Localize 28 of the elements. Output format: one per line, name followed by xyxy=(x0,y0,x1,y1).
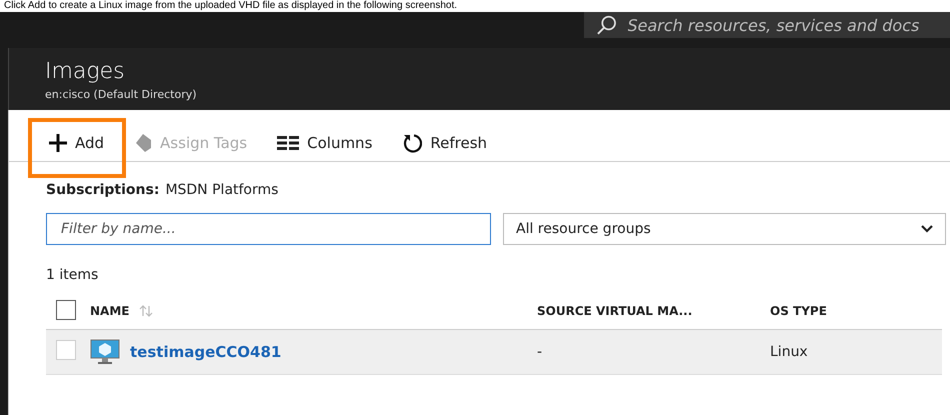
refresh-button[interactable]: Refresh xyxy=(398,128,492,156)
monitor-icon xyxy=(90,339,120,365)
checkbox[interactable] xyxy=(56,300,76,320)
plus-icon xyxy=(49,134,67,152)
column-header[interactable]: SOURCE VIRTUAL MA... xyxy=(537,304,692,318)
add-button[interactable]: Add xyxy=(45,130,108,156)
column-header[interactable]: OS TYPE xyxy=(770,304,827,318)
caption-text: Click Add to create a Linux image from the uploaded VHD file as displayed in the following screenshot. xyxy=(3,0,458,12)
resource-group-dropdown[interactable]: All resource groups xyxy=(503,213,946,245)
image-name-link[interactable]: testimageCCO481 xyxy=(130,343,282,361)
tag-icon xyxy=(134,134,152,152)
item-count: 1 items xyxy=(45,266,98,283)
filter-field[interactable]: Filter by name... xyxy=(46,213,491,245)
table-cell-text: - xyxy=(537,344,544,360)
table-cell-text: Linux xyxy=(770,344,809,360)
columns-icon xyxy=(277,136,300,150)
sort-icon[interactable] xyxy=(139,305,154,317)
chevron-down-icon xyxy=(921,225,933,233)
subscriptions-label: Subscriptions: xyxy=(46,182,160,198)
columns-button[interactable]: Columns xyxy=(273,130,376,156)
page-title: Images xyxy=(45,59,125,84)
refresh-icon xyxy=(402,132,422,152)
search-field[interactable]: Search resources, services and docs xyxy=(584,12,950,38)
search-icon xyxy=(596,14,618,36)
directory-subtitle: en:cisco (Default Directory) xyxy=(45,88,197,101)
column-header[interactable]: NAME xyxy=(90,304,154,318)
subscriptions-value: MSDN Platforms xyxy=(165,182,278,198)
table-row[interactable]: testimageCCO481 - Linux xyxy=(46,330,942,375)
